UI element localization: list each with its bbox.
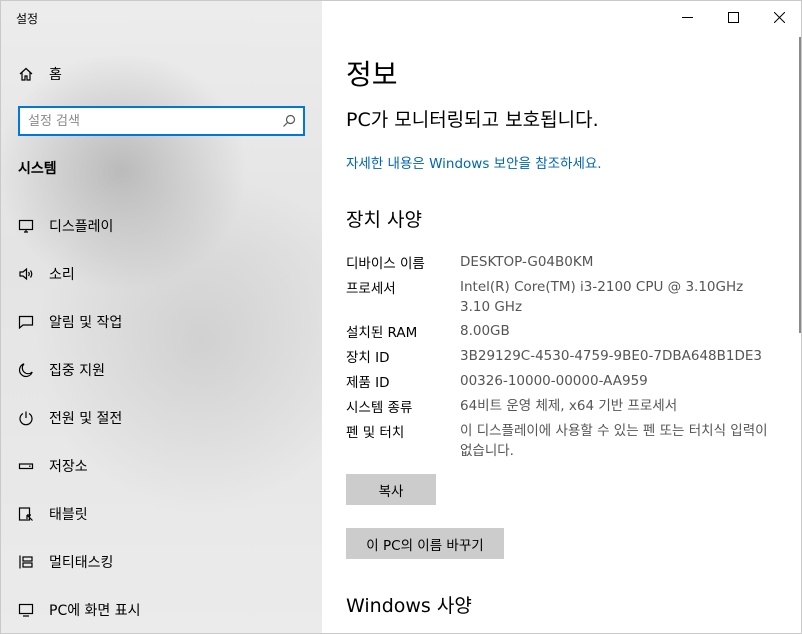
spec-label: 프로세서: [346, 281, 396, 297]
sidebar-item-label: 디스플레이: [49, 219, 114, 235]
display-icon: [17, 217, 35, 235]
sidebar-item-label: 알림 및 작업: [49, 315, 123, 331]
spec-value: 3B29129C-4530-4759-9BE0-7DBA648B1DE3: [460, 348, 763, 364]
close-button[interactable]: [756, 1, 801, 33]
windows-specs-heading: Windows 사양: [346, 595, 472, 617]
page-title: 정보: [346, 58, 398, 91]
sidebar-item-label: 소리: [49, 267, 75, 283]
sidebar-item-project[interactable]: PC에 화면 표시: [1, 590, 322, 630]
sidebar-item-notifications[interactable]: 알림 및 작업: [1, 302, 322, 342]
sidebar-item-home[interactable]: 홈: [1, 54, 322, 94]
spec-value: 00326-10000-00000-AA959: [460, 373, 648, 389]
protection-status: PC가 모니터링되고 보호됩니다.: [346, 109, 599, 131]
moon-icon: [17, 361, 35, 379]
speaker-icon: [17, 265, 35, 283]
sidebar-item-multitasking[interactable]: 멀티태스킹: [1, 542, 322, 582]
spec-row-system-type: 시스템 종류 64비트 운영 체제, x64 기반 프로세서: [346, 396, 776, 416]
power-icon: [17, 409, 35, 427]
close-icon: [773, 11, 785, 23]
maximize-icon: [727, 11, 739, 23]
spec-row-processor: 프로세서 Intel(R) Core(TM) i3-2100 CPU @ 3.1…: [346, 277, 776, 317]
minimize-button[interactable]: [664, 1, 710, 33]
storage-icon: [17, 457, 35, 475]
sidebar-item-label: 저장소: [49, 459, 88, 475]
copy-button[interactable]: 복사: [346, 474, 436, 505]
spec-row-pen-touch: 펜 및 터치 이 디스플레이에 사용할 수 있는 펜 또는 터치식 입력이 없습…: [346, 421, 776, 461]
windows-security-link[interactable]: 자세한 내용은 Windows 보안을 참조하세요.: [346, 152, 602, 172]
sidebar-item-label: PC에 화면 표시: [49, 603, 141, 619]
spec-value: 8.00GB: [460, 323, 510, 339]
sidebar-item-display[interactable]: 디스플레이: [1, 206, 322, 246]
tablet-icon: [17, 505, 35, 523]
sidebar-item-power[interactable]: 전원 및 절전: [1, 398, 322, 438]
sidebar-item-label: 집중 지원: [49, 363, 105, 379]
sidebar-item-sound[interactable]: 소리: [1, 254, 322, 294]
maximize-button[interactable]: [710, 1, 756, 33]
spec-row-device-name: 디바이스 이름 DESKTOP-G04B0KM: [346, 252, 776, 272]
search-icon[interactable]: [281, 113, 297, 129]
rename-pc-button[interactable]: 이 PC의 이름 바꾸기: [346, 528, 504, 559]
search-box[interactable]: [18, 106, 305, 136]
spec-value: 이 디스플레이에 사용할 수 있는 펜 또는 터치식 입력이 없습니다.: [460, 423, 768, 459]
spec-value: Intel(R) Core(TM) i3-2100 CPU @ 3.10GHz …: [460, 279, 757, 315]
spec-row-device-id: 장치 ID 3B29129C-4530-4759-9BE0-7DBA648B1D…: [346, 346, 776, 366]
window-title: 설정: [16, 12, 39, 26]
spec-label: 펜 및 터치: [346, 425, 405, 441]
sidebar-item-focus-assist[interactable]: 집중 지원: [1, 350, 322, 390]
sidebar-item-label: 홈: [49, 67, 62, 83]
spec-label: 장치 ID: [346, 350, 390, 366]
spec-row-product-id: 제품 ID 00326-10000-00000-AA959: [346, 371, 776, 391]
section-label-system: 시스템: [18, 161, 57, 177]
spec-label: 설치된 RAM: [346, 325, 418, 341]
spec-label: 시스템 종류: [346, 400, 413, 416]
search-input[interactable]: [28, 113, 278, 129]
settings-window: 설정 홈 시스템 디스플레이 소리: [0, 0, 802, 634]
sidebar-item-label: 멀티태스킹: [49, 555, 114, 571]
project-icon: [17, 601, 35, 619]
home-icon: [17, 65, 35, 83]
sidebar-item-label: 전원 및 절전: [49, 411, 123, 427]
minimize-icon: [681, 16, 693, 18]
notification-icon: [17, 313, 35, 331]
spec-value: DESKTOP-G04B0KM: [460, 254, 594, 270]
spec-value: 64비트 운영 체제, x64 기반 프로세서: [460, 398, 678, 414]
main-content: 정보 PC가 모니터링되고 보호됩니다. 자세한 내용은 Windows 보안을…: [322, 1, 801, 633]
multitasking-icon: [17, 553, 35, 571]
sidebar-item-storage[interactable]: 저장소: [1, 446, 322, 486]
spec-row-ram: 설치된 RAM 8.00GB: [346, 321, 776, 341]
spec-label: 디바이스 이름: [346, 256, 425, 272]
sidebar-item-tablet[interactable]: 태블릿: [1, 494, 322, 534]
spec-label: 제품 ID: [346, 375, 390, 391]
device-specs-heading: 장치 사양: [346, 209, 422, 231]
sidebar: 설정 홈 시스템 디스플레이 소리: [1, 1, 322, 633]
sidebar-item-label: 태블릿: [49, 507, 88, 523]
